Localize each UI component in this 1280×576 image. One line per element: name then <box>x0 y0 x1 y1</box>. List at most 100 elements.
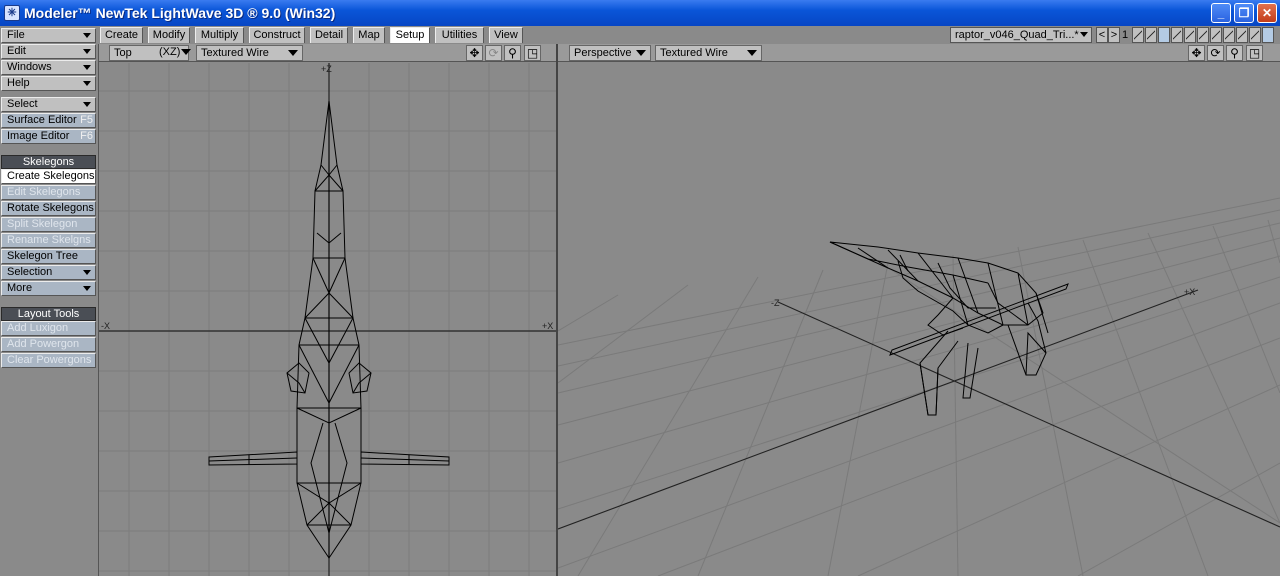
perspective-viewport[interactable]: Perspective Textured Wire ✥ ⟳ ⚲ ◳ -Z +X <box>558 44 1280 576</box>
chevron-down-icon <box>83 49 91 54</box>
layer-11-toggle[interactable] <box>1262 27 1274 43</box>
skelegons-header: Skelegons <box>1 155 96 169</box>
rotate-icon[interactable]: ⟳ <box>1207 45 1224 61</box>
window-title: Modeler™ NewTek LightWave 3D ® 9.0 (Win3… <box>24 5 336 21</box>
chevron-down-icon <box>83 270 91 275</box>
layer-3-toggle[interactable] <box>1158 27 1170 43</box>
top-viewport[interactable]: Top (XZ) Textured Wire ✥ ⟳ ⚲ ◳ +Z -X +X <box>98 44 558 576</box>
axis-label-left: -X <box>101 321 110 331</box>
rename-skelegons-button[interactable]: Rename Skelgns <box>1 233 96 248</box>
tab-map[interactable]: Map <box>353 27 385 43</box>
axis-label-z: -Z <box>771 298 780 308</box>
split-skelegon-button[interactable]: Split Skelegon <box>1 217 96 232</box>
more-menu[interactable]: More <box>1 281 96 296</box>
title-bar: ✳ Modeler™ NewTek LightWave 3D ® 9.0 (Wi… <box>0 0 1280 26</box>
lightwave-app-icon[interactable]: ✳ <box>4 5 20 21</box>
left-tool-panel: File Edit Windows Help Select Surface Ed… <box>0 26 98 576</box>
tab-utilities[interactable]: Utilities <box>435 27 484 43</box>
select-menu[interactable]: Select <box>1 97 96 112</box>
axis-value: (XZ) <box>159 46 181 58</box>
layer-5-toggle[interactable] <box>1184 27 1196 43</box>
help-menu-label: Help <box>7 77 30 89</box>
selection-menu[interactable]: Selection <box>1 265 96 280</box>
add-powergon-button[interactable]: Add Powergon <box>1 337 96 352</box>
layer-7-toggle[interactable] <box>1210 27 1222 43</box>
chevron-down-icon <box>747 50 757 56</box>
shortcut-key: F6 <box>80 130 93 142</box>
chevron-down-icon <box>83 102 91 107</box>
layer-4-toggle[interactable] <box>1171 27 1183 43</box>
render-mode-select[interactable]: Textured Wire <box>196 45 303 61</box>
chevron-down-icon <box>636 50 646 56</box>
chevron-down-icon <box>83 33 91 38</box>
render-mode-select[interactable]: Textured Wire <box>655 45 762 61</box>
clear-powergons-button[interactable]: Clear Powergons <box>1 353 96 368</box>
edit-menu-label: Edit <box>7 45 26 57</box>
render-mode-value: Textured Wire <box>201 47 269 59</box>
layer-10-toggle[interactable] <box>1249 27 1261 43</box>
view-type-value: Perspective <box>574 47 632 59</box>
minimize-button[interactable]: _ <box>1211 3 1231 23</box>
next-layer-button[interactable]: > <box>1108 27 1120 43</box>
layer-bank-number: 1 <box>1122 29 1129 41</box>
layer-1-toggle[interactable] <box>1132 27 1144 43</box>
layer-6-toggle[interactable] <box>1197 27 1209 43</box>
more-menu-label: More <box>7 282 33 294</box>
rotate-icon[interactable]: ⟳ <box>485 45 502 61</box>
layer-2-toggle[interactable] <box>1145 27 1157 43</box>
help-menu[interactable]: Help <box>1 76 96 91</box>
render-mode-value: Textured Wire <box>660 47 728 59</box>
perspective-viewport-canvas[interactable]: -Z +X <box>558 63 1280 576</box>
chevron-down-icon <box>288 50 298 56</box>
tab-create[interactable]: Create <box>100 27 143 43</box>
view-type-value: Top <box>114 47 132 59</box>
add-luxigon-button[interactable]: Add Luxigon <box>1 321 96 336</box>
tab-detail[interactable]: Detail <box>310 27 348 43</box>
skelegon-tree-button[interactable]: Skelegon Tree <box>1 249 96 264</box>
zoom-icon[interactable]: ⚲ <box>1226 45 1243 61</box>
tab-construct[interactable]: Construct <box>249 27 305 43</box>
image-editor-button[interactable]: Image Editor F6 <box>1 129 96 144</box>
create-skelegons-button[interactable]: Create Skelegons <box>1 169 96 184</box>
chevron-down-icon <box>1080 32 1088 37</box>
file-menu-label: File <box>7 29 25 41</box>
edit-menu[interactable]: Edit <box>1 44 96 59</box>
zoom-icon[interactable]: ⚲ <box>504 45 521 61</box>
axis-label-right: +X <box>542 321 553 331</box>
chevron-down-icon <box>181 49 191 55</box>
tab-setup[interactable]: Setup <box>390 27 430 43</box>
top-viewport-canvas[interactable]: +Z -X +X <box>99 63 556 576</box>
maximize-icon[interactable]: ◳ <box>524 45 541 61</box>
axis-label-x: +X <box>1184 287 1195 297</box>
viewport-header: Top (XZ) Textured Wire ✥ ⟳ ⚲ ◳ <box>99 44 556 62</box>
tab-multiply[interactable]: Multiply <box>195 27 244 43</box>
layer-9-toggle[interactable] <box>1236 27 1248 43</box>
object-name: raptor_v046_Quad_Tri...* <box>955 29 1079 41</box>
image-editor-label: Image Editor <box>7 130 70 142</box>
selection-menu-label: Selection <box>7 266 53 278</box>
perspective-drawing: -Z +X <box>558 63 1280 576</box>
view-type-select[interactable]: Perspective <box>569 45 651 61</box>
axis-select[interactable]: (XZ) <box>155 45 195 61</box>
top-view-drawing: +Z -X +X <box>99 63 556 576</box>
close-button[interactable]: ✕ <box>1257 3 1277 23</box>
tab-view[interactable]: View <box>489 27 523 43</box>
edit-skelegons-button[interactable]: Edit Skelegons <box>1 185 96 200</box>
windows-menu-label: Windows <box>7 61 52 73</box>
chevron-down-icon <box>83 65 91 70</box>
restore-button[interactable]: ❐ <box>1234 3 1254 23</box>
object-selector[interactable]: raptor_v046_Quad_Tri...* <box>950 27 1092 43</box>
layout-tools-header: Layout Tools <box>1 307 96 321</box>
shortcut-key: F5 <box>80 114 93 126</box>
previous-layer-button[interactable]: < <box>1096 27 1108 43</box>
select-menu-label: Select <box>7 98 38 110</box>
move-icon[interactable]: ✥ <box>1188 45 1205 61</box>
surface-editor-button[interactable]: Surface Editor F5 <box>1 113 96 128</box>
move-icon[interactable]: ✥ <box>466 45 483 61</box>
tab-modify[interactable]: Modify <box>148 27 190 43</box>
windows-menu[interactable]: Windows <box>1 60 96 75</box>
file-menu[interactable]: File <box>1 28 96 43</box>
rotate-skelegons-button[interactable]: Rotate Skelegons <box>1 201 96 216</box>
layer-8-toggle[interactable] <box>1223 27 1235 43</box>
maximize-icon[interactable]: ◳ <box>1246 45 1263 61</box>
